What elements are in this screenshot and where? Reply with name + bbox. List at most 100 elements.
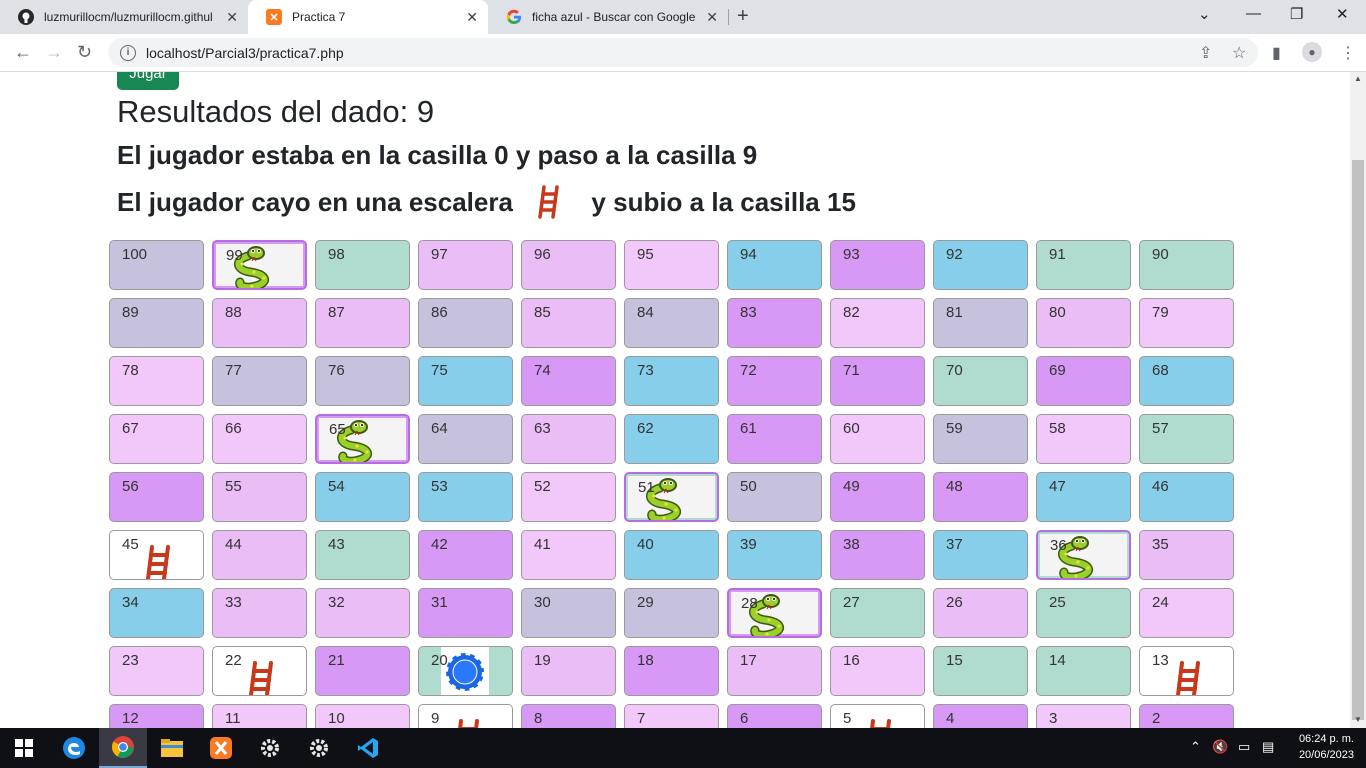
cell-number: 26 xyxy=(946,594,963,611)
cell-number: 53 xyxy=(431,478,448,495)
play-button[interactable]: Jugar xyxy=(117,72,179,90)
scroll-up-icon[interactable]: ▲ xyxy=(1354,74,1362,83)
share-icon[interactable]: ⇪ xyxy=(1199,43,1212,63)
board-cell-79: 79 xyxy=(1139,298,1234,348)
cell-number: 68 xyxy=(1152,362,1169,379)
tab-google[interactable]: ficha azul - Buscar con Google ✕ xyxy=(488,0,728,34)
xampp-taskbar-icon[interactable] xyxy=(197,728,245,768)
restore-icon[interactable]: ❐ xyxy=(1290,5,1303,23)
board-cell-3: 3 xyxy=(1036,704,1131,728)
board-cell-62: 62 xyxy=(624,414,719,464)
tab-title: luzmurillocm/luzmurillocm.githul xyxy=(44,10,213,24)
file-explorer-icon[interactable] xyxy=(148,728,196,768)
back-icon[interactable]: ← xyxy=(14,42,32,63)
board-cell-48: 48 xyxy=(933,472,1028,522)
scroll-down-icon[interactable]: ▼ xyxy=(1354,715,1362,724)
board-cell-24: 24 xyxy=(1139,588,1234,638)
cell-number: 97 xyxy=(431,246,448,263)
board-cell-44: 44 xyxy=(212,530,307,580)
board-cell-68: 68 xyxy=(1139,356,1234,406)
cell-number: 83 xyxy=(740,304,757,321)
close-window-icon[interactable]: ✕ xyxy=(1336,5,1349,23)
cell-number: 54 xyxy=(328,478,345,495)
side-panel-icon[interactable]: ▮ xyxy=(1272,43,1281,63)
cell-number: 35 xyxy=(1152,536,1169,553)
menu-kebab-icon[interactable]: ⋮ xyxy=(1340,43,1356,63)
board-cell-53: 53 xyxy=(418,472,513,522)
cell-number: 46 xyxy=(1152,478,1169,495)
cell-number: 23 xyxy=(122,652,139,669)
volume-muted-icon[interactable]: 🔇 xyxy=(1212,739,1228,755)
board-cell-16: 16 xyxy=(830,646,925,696)
cell-number: 21 xyxy=(328,652,345,669)
cell-number: 87 xyxy=(328,304,345,321)
cell-number: 94 xyxy=(740,246,757,263)
board-cell-55: 55 xyxy=(212,472,307,522)
board-cell-72: 72 xyxy=(727,356,822,406)
board-cell-73: 73 xyxy=(624,356,719,406)
new-tab-button[interactable]: + xyxy=(737,5,749,28)
notifications-icon[interactable]: ▤ xyxy=(1262,739,1274,755)
settings-gear-icon[interactable] xyxy=(246,728,294,768)
ladder-icon xyxy=(245,661,279,695)
board-cell-67: 67 xyxy=(109,414,204,464)
cell-number: 55 xyxy=(225,478,242,495)
board-cell-94: 94 xyxy=(727,240,822,290)
cell-number: 19 xyxy=(534,652,551,669)
google-icon xyxy=(506,9,522,25)
ladder-icon xyxy=(863,719,897,728)
system-clock[interactable]: 06:24 p. m. 20/06/2023 xyxy=(1299,731,1354,763)
ladder-icon xyxy=(536,185,564,219)
tray-chevron-icon[interactable]: ⌃ xyxy=(1190,739,1201,755)
cell-number: 65 xyxy=(329,421,346,438)
scroll-thumb[interactable] xyxy=(1352,160,1364,720)
board-cell-71: 71 xyxy=(830,356,925,406)
ladder-icon xyxy=(1172,661,1206,695)
reload-icon[interactable]: ↻ xyxy=(77,42,92,63)
board-cell-40: 40 xyxy=(624,530,719,580)
cell-number: 18 xyxy=(637,652,654,669)
cell-number: 90 xyxy=(1152,246,1169,263)
vertical-scrollbar[interactable]: ▲ ▼ xyxy=(1350,72,1366,728)
cell-number: 48 xyxy=(946,478,963,495)
address-bar[interactable]: i localhost/Parcial3/practica7.php xyxy=(108,38,1258,67)
minimize-icon[interactable]: — xyxy=(1246,5,1261,22)
cell-number: 4 xyxy=(946,710,955,727)
tab-github[interactable]: luzmurillocm/luzmurillocm.githul ✕ xyxy=(0,0,248,34)
forward-icon[interactable]: → xyxy=(45,42,63,63)
network-icon[interactable]: ▭ xyxy=(1238,739,1250,755)
cell-number: 14 xyxy=(1049,652,1066,669)
xampp-icon: ✕ xyxy=(266,9,282,25)
board-cell-14: 14 xyxy=(1036,646,1131,696)
board-cell-23: 23 xyxy=(109,646,204,696)
cell-number: 47 xyxy=(1049,478,1066,495)
board-cell-100: 100 xyxy=(109,240,204,290)
vscode-icon[interactable] xyxy=(344,728,392,768)
cell-number: 51 xyxy=(638,479,655,496)
board-cell-47: 47 xyxy=(1036,472,1131,522)
cell-number: 20 xyxy=(431,652,448,669)
windows-start-icon[interactable] xyxy=(0,728,48,768)
tab-title: Practica 7 xyxy=(292,10,346,24)
board-cell-70: 70 xyxy=(933,356,1028,406)
close-tab-icon[interactable]: ✕ xyxy=(706,9,718,26)
profile-avatar-icon[interactable]: ● xyxy=(1302,42,1322,62)
cell-number: 36 xyxy=(1050,537,1067,554)
cell-number: 22 xyxy=(225,652,242,669)
cell-number: 8 xyxy=(534,710,543,727)
tab-practica[interactable]: ✕ Practica 7 ✕ xyxy=(248,0,488,34)
board-cell-98: 98 xyxy=(315,240,410,290)
close-tab-icon[interactable]: ✕ xyxy=(466,9,478,26)
edge-icon[interactable] xyxy=(50,728,98,768)
chrome-icon[interactable] xyxy=(99,728,147,768)
settings-gear-icon-2[interactable] xyxy=(295,728,343,768)
cell-number: 37 xyxy=(946,536,963,553)
bookmark-star-icon[interactable]: ☆ xyxy=(1232,43,1246,63)
board-cell-66: 66 xyxy=(212,414,307,464)
site-info-icon[interactable]: i xyxy=(120,44,136,61)
tab-search-icon[interactable]: ⌄ xyxy=(1198,5,1211,23)
board-cell-76: 76 xyxy=(315,356,410,406)
board-cell-37: 37 xyxy=(933,530,1028,580)
cell-number: 44 xyxy=(225,536,242,553)
close-tab-icon[interactable]: ✕ xyxy=(226,9,238,26)
